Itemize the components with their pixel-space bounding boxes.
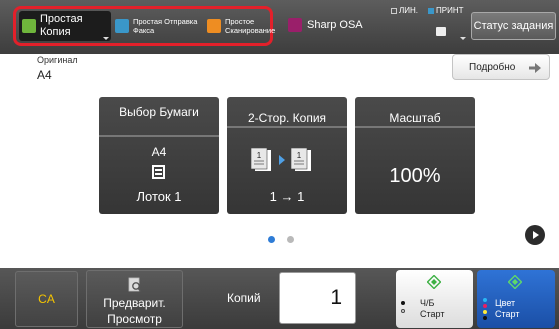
zoom-value: 100% (389, 165, 441, 187)
sharp-osa-label: Sharp OSA (307, 19, 363, 31)
scan-icon (207, 19, 221, 33)
next-page-button[interactable] (525, 225, 545, 245)
copy-icon (22, 19, 36, 33)
magenta-dot (483, 304, 487, 308)
duplex-copy-tile[interactable]: 2-Стор. Копия 1 1 1 → 1 (227, 97, 347, 214)
duplex-icon: 1 1 (250, 147, 311, 171)
job-status-button[interactable]: Статус задания (471, 12, 556, 40)
sharp-osa-icon (288, 18, 302, 32)
bw-start-button[interactable]: Ч/Б Старт (396, 270, 473, 328)
arrow-right-icon (529, 63, 541, 73)
copies-label: Копий (227, 291, 261, 305)
sharp-osa-button[interactable]: Sharp OSA (288, 18, 363, 32)
print-indicator-lamp (428, 7, 434, 14)
tab-simple-scan[interactable]: Простое Сканирование (207, 11, 276, 41)
color-start-button[interactable]: Цвет Старт (477, 270, 555, 328)
printer-icon (436, 27, 446, 36)
preview-icon (128, 277, 142, 293)
page-indicator-dot[interactable] (287, 236, 294, 243)
original-label: Оригинал (37, 55, 78, 65)
tile-divider (227, 126, 347, 128)
duplex-copy-title: 2-Стор. Копия (247, 111, 327, 125)
svg-text:1: 1 (257, 151, 262, 160)
tile-divider (99, 135, 219, 137)
line-indicator-lamp (391, 7, 397, 14)
line-indicator: ЛИН. (391, 6, 418, 15)
duplex-value: 1 → 1 (269, 189, 305, 204)
line-indicator-label: ЛИН. (399, 6, 418, 15)
detail-button[interactable]: Подробно (452, 54, 550, 80)
tab-simple-copy-dropdown-arrow (103, 37, 109, 40)
color-start-line2: Старт (495, 309, 520, 319)
page-indicator-dot-active[interactable] (268, 236, 275, 243)
tab-simple-copy[interactable]: Простая Копия (19, 11, 111, 41)
start-diamond-icon (427, 275, 441, 289)
svg-text:1: 1 (297, 151, 302, 160)
paper-select-tile[interactable]: Выбор Бумаги A4 Лоток 1 (99, 97, 219, 214)
preview-button[interactable]: Предварит. Просмотр (86, 270, 183, 328)
bw-start-line2: Старт (420, 309, 445, 319)
bw-start-line1: Ч/Б (420, 298, 435, 308)
zoom-tile[interactable]: Масштаб 100% (355, 97, 475, 214)
detail-button-label: Подробно (469, 61, 516, 73)
print-indicator: ПРИНТ (428, 6, 464, 15)
black-dot (483, 316, 487, 320)
zoom-title: Масштаб (389, 111, 441, 125)
cyan-dot (483, 298, 487, 302)
tab-simple-fax[interactable]: Простая Отправка Факса (115, 11, 205, 41)
paper-tray-icon (152, 165, 165, 179)
bw-dot-empty (401, 309, 405, 313)
start-diamond-icon (508, 275, 522, 289)
print-indicator-label: ПРИНТ (436, 6, 464, 15)
status-dropdown-arrow (460, 37, 466, 40)
bw-dot (401, 301, 405, 305)
paper-select-title: Выбор Бумаги (119, 105, 199, 119)
original-value: A4 (37, 68, 52, 82)
tab-simple-fax-label: Простая Отправка Факса (133, 17, 198, 35)
tab-simple-copy-label: Простая Копия (40, 12, 83, 38)
fax-icon (115, 19, 129, 33)
copies-input[interactable]: 1 (279, 272, 356, 324)
tile-divider (355, 126, 475, 128)
yellow-dot (483, 310, 487, 314)
color-start-line1: Цвет (495, 298, 516, 308)
preview-label-line1: Предварит. (103, 296, 166, 310)
clear-all-button[interactable]: CA (15, 271, 78, 327)
preview-label-line2: Просмотр (107, 312, 162, 326)
paper-size-value: A4 (151, 145, 167, 159)
bw-start-label: Ч/Б Старт (420, 298, 444, 320)
tray-value: Лоток 1 (136, 189, 182, 204)
color-start-label: Цвет Старт (495, 298, 519, 320)
tab-simple-scan-label: Простое Сканирование (225, 17, 276, 35)
